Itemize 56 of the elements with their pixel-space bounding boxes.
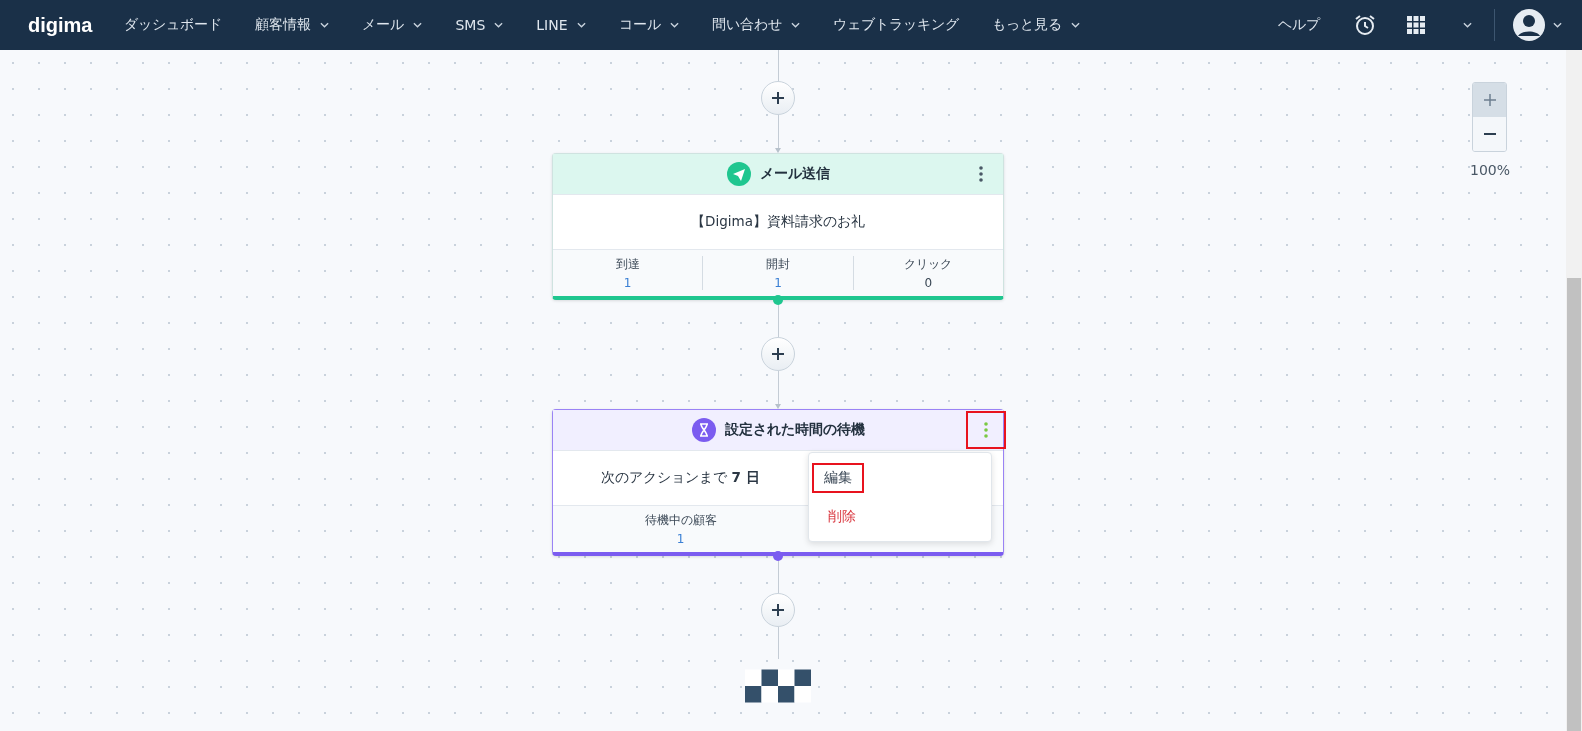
step-title: メール送信 — [759, 165, 830, 183]
nav-menu-item[interactable]: コール — [618, 16, 679, 34]
hourglass-icon — [691, 418, 716, 442]
nav-menu-item[interactable]: ダッシュボード — [124, 16, 223, 34]
finish-flag-icon — [745, 669, 811, 703]
menu-item[interactable]: 編集 — [812, 463, 864, 493]
plus-icon — [771, 603, 785, 617]
add-step-button[interactable] — [761, 81, 795, 115]
add-step-button[interactable] — [761, 337, 795, 371]
scrollbar[interactable] — [1566, 50, 1582, 731]
chevron-down-icon — [1463, 22, 1472, 28]
stat-label: 待機中の顧客 — [644, 512, 717, 529]
more-options-button[interactable] — [966, 411, 1006, 449]
flow-step-card[interactable]: メール送信 【Digima】資料請求のお礼 到達 1 開封 1 クリック 0 — [552, 153, 1004, 300]
nav-menu-item[interactable]: 顧客情報 — [255, 16, 330, 34]
stat-value[interactable]: 1 — [774, 276, 782, 290]
add-step-button[interactable] — [761, 593, 795, 627]
chevron-down-icon — [1070, 22, 1080, 28]
chevron-down-icon — [1553, 22, 1562, 28]
logo[interactable]: digima — [28, 13, 93, 37]
nav-menu-item[interactable]: LINE — [536, 17, 586, 33]
chevron-down-icon — [790, 22, 800, 28]
flow-step-card[interactable]: 設定された時間の待機 次のアクションまで 7 日 待機中の顧客 1 編集 削除 — [552, 409, 1004, 556]
menu-item[interactable]: 削除 — [812, 502, 872, 532]
stat-label: 到達 — [615, 256, 640, 273]
chevron-down-icon — [413, 22, 423, 28]
step-description: 次のアクションまで 7 日 — [601, 469, 760, 487]
help-link[interactable]: ヘルプ — [1278, 16, 1320, 34]
stat-label: 開封 — [766, 256, 790, 273]
nav-menu-item[interactable]: 問い合わせ — [711, 16, 800, 34]
stat-value[interactable]: 1 — [676, 532, 685, 546]
stat-value[interactable]: 1 — [623, 276, 632, 290]
nav-menu-item[interactable]: もっと見る — [991, 16, 1080, 34]
stat-label: クリック — [904, 256, 953, 273]
step-description: 【Digima】資料請求のお礼 — [691, 213, 865, 231]
app-grid-icon[interactable] — [1407, 16, 1425, 34]
plus-icon — [771, 347, 785, 361]
connector-dot — [773, 295, 783, 305]
plus-icon — [771, 91, 785, 105]
plus-icon — [1483, 93, 1497, 107]
chevron-down-icon — [576, 22, 586, 28]
zoom-level: 100% — [1469, 162, 1510, 178]
user-avatar-icon[interactable] — [1513, 9, 1545, 41]
stat-value: 0 — [924, 276, 933, 290]
chevron-down-icon — [320, 22, 330, 28]
nav-menu-item[interactable]: ウェブトラッキング — [832, 16, 959, 34]
chevron-down-icon — [494, 22, 504, 28]
nav-menu-item[interactable]: メール — [362, 16, 423, 34]
nav-menu-item[interactable]: SMS — [455, 17, 504, 33]
more-vertical-icon — [979, 166, 983, 182]
step-title: 設定された時間の待機 — [724, 421, 865, 439]
paper-plane-icon — [726, 162, 751, 186]
more-vertical-icon — [984, 422, 988, 438]
alarm-clock-icon[interactable] — [1353, 13, 1377, 37]
chevron-down-icon — [669, 22, 679, 28]
connector-dot — [773, 551, 783, 561]
